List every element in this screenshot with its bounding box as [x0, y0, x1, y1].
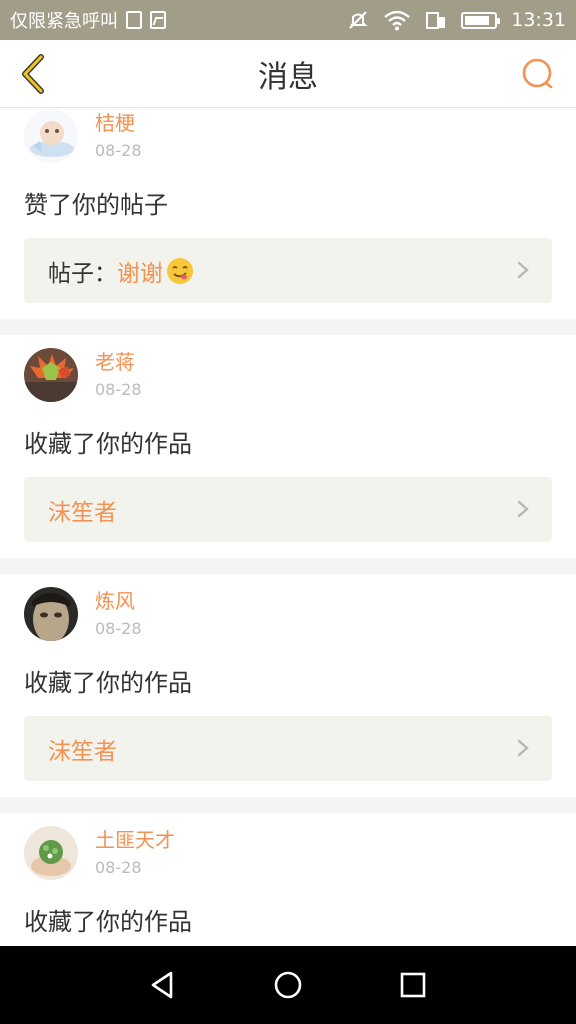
message-date: 08-28	[95, 858, 142, 877]
ref-prefix: 帖子：	[48, 260, 117, 287]
message-date: 08-28	[95, 141, 142, 160]
avatar[interactable]	[24, 826, 78, 880]
message-card: 土匪天才 08-28 收藏了你的作品	[0, 813, 576, 946]
home-circle-icon	[274, 971, 302, 999]
message-card: 桔梗 08-28 赞了你的帖子 帖子： 谢谢	[0, 108, 576, 319]
page-title: 消息	[258, 59, 318, 95]
back-button[interactable]	[12, 50, 52, 98]
image-icon	[150, 11, 166, 29]
system-recents-button[interactable]	[393, 965, 433, 1005]
message-date: 08-28	[95, 619, 142, 638]
message-card: 老蒋 08-28 收藏了你的作品 沫笙者	[0, 335, 576, 558]
action-text: 赞了你的帖子	[24, 191, 168, 219]
message-date: 08-28	[95, 380, 142, 399]
search-button[interactable]	[520, 56, 556, 92]
sim-icon	[126, 11, 142, 29]
avatar[interactable]	[24, 348, 78, 402]
system-nav-bar	[0, 946, 576, 1024]
status-bar: 仅限紧急呼叫 13:31	[0, 0, 576, 40]
nav-bar: 消息	[0, 40, 576, 108]
chevron-right-icon	[517, 261, 529, 279]
carrier-text: 仅限紧急呼叫	[10, 11, 118, 32]
system-back-button[interactable]	[143, 965, 183, 1005]
user-name[interactable]: 炼风	[95, 588, 142, 614]
action-text: 收藏了你的作品	[24, 669, 192, 697]
referenced-post[interactable]: 帖子： 谢谢	[24, 238, 552, 303]
ref-title: 沫笙者	[48, 499, 117, 526]
chevron-left-icon	[22, 54, 44, 94]
referenced-work[interactable]: 沫笙者	[24, 716, 552, 781]
action-text: 收藏了你的作品	[24, 430, 192, 458]
face-emoji-icon	[167, 257, 193, 284]
search-icon	[522, 58, 553, 89]
action-text: 收藏了你的作品	[24, 908, 192, 936]
user-name[interactable]: 桔梗	[95, 110, 142, 136]
system-home-button[interactable]	[268, 965, 308, 1005]
message-feed[interactable]: 桔梗 08-28 赞了你的帖子 帖子： 谢谢 老蒋 08-28 收藏了你的作品 …	[0, 108, 576, 946]
back-triangle-icon	[151, 971, 172, 999]
user-name[interactable]: 老蒋	[95, 349, 142, 375]
avatar[interactable]	[24, 587, 78, 641]
ref-title: 沫笙者	[48, 738, 117, 765]
referenced-work[interactable]: 沫笙者	[24, 477, 552, 542]
chevron-right-icon	[517, 500, 529, 518]
data-icon	[426, 12, 446, 29]
user-name[interactable]: 土匪天才	[95, 827, 175, 853]
chevron-right-icon	[517, 739, 529, 757]
avatar[interactable]	[24, 109, 78, 163]
mute-icon	[349, 11, 368, 29]
ref-title: 谢谢	[117, 260, 163, 287]
message-card: 炼风 08-28 收藏了你的作品 沫笙者	[0, 574, 576, 797]
recents-square-icon	[401, 972, 426, 998]
wifi-icon	[384, 10, 411, 31]
battery-icon	[461, 11, 501, 29]
clock-time: 13:31	[511, 9, 566, 31]
